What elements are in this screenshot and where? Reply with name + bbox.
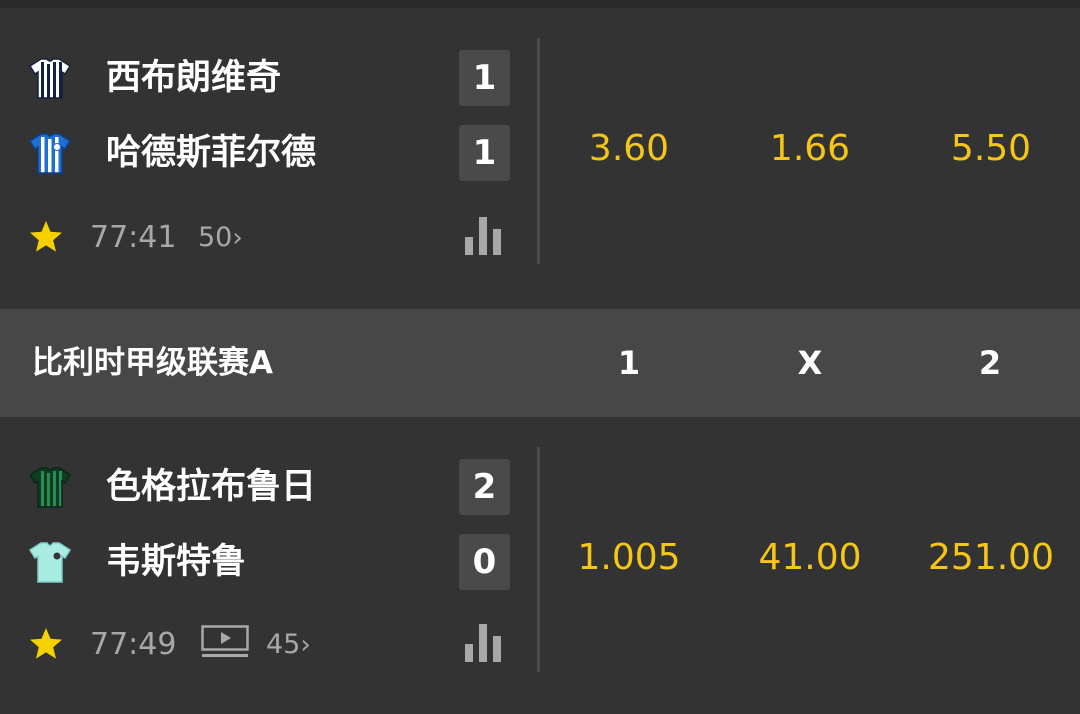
away-score: 1 bbox=[459, 125, 510, 181]
home-team-name: 色格拉布鲁日 bbox=[106, 467, 317, 507]
odds-away[interactable]: 251.00 bbox=[891, 537, 1080, 578]
column-header-1: 1 bbox=[617, 344, 641, 382]
west-brom-jersey-icon bbox=[28, 58, 72, 99]
home-score: 1 bbox=[459, 50, 510, 106]
odds-home[interactable]: 3.60 bbox=[529, 128, 729, 169]
away-score: 0 bbox=[459, 534, 510, 590]
market-count: 45 bbox=[266, 629, 301, 660]
column-header-x: X bbox=[797, 344, 823, 382]
away-team-row: 韦斯特鲁 0 bbox=[0, 532, 530, 592]
westerlo-jersey-icon bbox=[28, 542, 72, 583]
match-card-1[interactable]: 西布朗维奇 1 哈德斯菲尔德 1 77:41 50› 3.60 1.66 5.5… bbox=[0, 8, 1080, 309]
odds-home[interactable]: 1.005 bbox=[529, 537, 729, 578]
league-header[interactable]: 比利时甲级联赛A 1 X 2 bbox=[0, 309, 1080, 417]
club-brugge-jersey-icon bbox=[28, 467, 72, 508]
bar-chart-icon[interactable] bbox=[464, 622, 502, 662]
away-team-row: 哈德斯菲尔德 1 bbox=[0, 123, 530, 183]
star-icon[interactable] bbox=[28, 219, 64, 255]
league-name: 比利时甲级联赛A bbox=[32, 345, 273, 381]
star-icon[interactable] bbox=[28, 626, 64, 662]
away-team-name: 哈德斯菲尔德 bbox=[106, 133, 317, 173]
more-markets-link[interactable]: 50› bbox=[198, 213, 243, 263]
away-team-name: 韦斯特鲁 bbox=[106, 542, 247, 582]
market-count: 50 bbox=[198, 222, 233, 253]
huddersfield-jersey-icon bbox=[28, 133, 72, 174]
odds-draw[interactable]: 1.66 bbox=[710, 128, 910, 169]
match-clock: 77:41 bbox=[90, 220, 177, 255]
chevron-right-icon: › bbox=[300, 630, 311, 660]
match-card-2[interactable]: 色格拉布鲁日 2 韦斯特鲁 0 77:49 45› 1.005 41.00 25… bbox=[0, 417, 1080, 714]
match-clock: 77:49 bbox=[90, 627, 177, 662]
chevron-right-icon: › bbox=[232, 223, 243, 253]
match-meta-row: 77:49 45› bbox=[0, 620, 530, 670]
home-team-row: 色格拉布鲁日 2 bbox=[0, 457, 530, 517]
odds-away[interactable]: 5.50 bbox=[891, 128, 1080, 169]
home-score: 2 bbox=[459, 459, 510, 515]
top-divider bbox=[0, 0, 1080, 8]
bar-chart-icon[interactable] bbox=[464, 215, 502, 255]
home-team-row: 西布朗维奇 1 bbox=[0, 48, 530, 108]
tv-play-icon[interactable] bbox=[201, 625, 249, 659]
odds-draw[interactable]: 41.00 bbox=[710, 537, 910, 578]
home-team-name: 西布朗维奇 bbox=[106, 58, 282, 98]
column-header-2: 2 bbox=[978, 344, 1002, 382]
match-meta-row: 77:41 50› bbox=[0, 213, 530, 263]
more-markets-link[interactable]: 45› bbox=[266, 620, 311, 670]
